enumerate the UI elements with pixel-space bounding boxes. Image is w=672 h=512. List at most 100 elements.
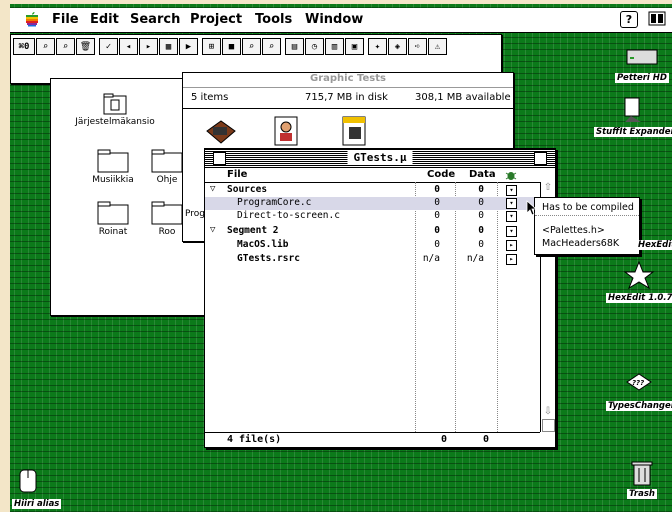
toolbar-cmd0-button[interactable]: ⌘0 (13, 38, 35, 55)
menu-file[interactable]: File (52, 12, 79, 27)
warning-icon[interactable]: ⚠ (428, 38, 447, 55)
make-icon[interactable]: ▸ (139, 38, 158, 55)
available-space: 308,1 MB available (415, 92, 511, 103)
browse-icon[interactable]: ✦ (368, 38, 387, 55)
partial-file-label: Prog (185, 209, 205, 219)
desktop-icon-label: HexEdit 1.0.7 (606, 293, 672, 303)
check-icon[interactable]: ✓ (99, 38, 118, 55)
header-popup-icon[interactable]: ▸ (506, 240, 517, 251)
group-row-segment-2[interactable]: ▽ Segment 2 0 0 ▾ (205, 225, 540, 238)
file-row-gtests-rsrc[interactable]: GTests.rsrc n/a n/a ▸ (205, 253, 540, 266)
desktop-hard-disk[interactable]: Petteri HD (612, 42, 672, 83)
row-code: 0 (434, 239, 440, 250)
header-popup-icon[interactable]: ▾ (506, 226, 517, 237)
trash-icon[interactable]: 🗑 (76, 38, 95, 55)
popup-item-macheaders[interactable]: MacHeaders68K (542, 238, 619, 249)
grow-box-icon[interactable] (542, 419, 555, 432)
header-popup-icon[interactable]: ▸ (506, 254, 517, 265)
stopwatch-icon[interactable]: ◷ (305, 38, 324, 55)
typeschanger-icon: ??? (626, 373, 652, 391)
scroll-up-arrow-icon[interactable]: ⇧ (542, 182, 554, 194)
row-code: 0 (434, 184, 440, 195)
column-data[interactable]: Data (469, 169, 496, 180)
column-code[interactable]: Code (427, 169, 455, 180)
forward-icon[interactable]: ➪ (408, 38, 427, 55)
header-popup-icon[interactable]: ▾ (506, 185, 517, 196)
help-icon[interactable]: ? (620, 11, 638, 28)
folder-music[interactable]: Musiikkia (73, 149, 153, 185)
desktop-icon-label: Hiiri alias (12, 499, 62, 509)
search-file-icon[interactable]: ⌕ (242, 38, 261, 55)
file-row-direct-to-screen[interactable]: Direct-to-screen.c 0 0 ▾ (205, 210, 540, 223)
window-frame-top (0, 0, 672, 4)
menu-project[interactable]: Project (190, 12, 242, 27)
menu-edit[interactable]: Edit (90, 12, 119, 27)
back-icon[interactable]: ◈ (388, 38, 407, 55)
row-code: 0 (434, 225, 440, 236)
folder-system[interactable]: Järjestelmäkansio (75, 93, 155, 127)
row-data: 0 (478, 225, 484, 236)
browse-icon[interactable]: ⌕ (262, 38, 281, 55)
popup-item-palettes-h[interactable]: <Palettes.h> (542, 225, 605, 236)
stuffit-icon (624, 97, 641, 122)
close-box-icon[interactable] (213, 152, 226, 165)
scroll-down-arrow-icon[interactable]: ⇩ (542, 406, 554, 418)
print-icon[interactable]: ▣ (345, 38, 364, 55)
column-file[interactable]: File (227, 169, 247, 180)
compare-icon[interactable]: ▥ (325, 38, 344, 55)
menu-search[interactable]: Search (130, 12, 180, 27)
resource-file-icon[interactable] (341, 115, 369, 147)
folder-icon (151, 201, 183, 225)
file-row-macos-lib[interactable]: MacOS.lib 0 0 ▸ (205, 239, 540, 252)
desktop-icon-label: Trash (627, 489, 657, 499)
find-icon[interactable]: ⌕ (36, 38, 55, 55)
desktop-icon-label: Petteri HD (615, 73, 669, 83)
desktop-stuffit[interactable]: StuffIt Expander (594, 94, 672, 137)
source-file-icon[interactable] (273, 115, 301, 147)
group-row-sources[interactable]: ▽ Sources 0 0 ▾ (205, 184, 540, 197)
menu-window[interactable]: Window (305, 12, 363, 27)
compile-icon[interactable]: ◂ (119, 38, 138, 55)
desktop-typeschanger[interactable]: ??? TypesChanger (606, 372, 672, 411)
disclosure-triangle-icon[interactable]: ▽ (210, 184, 215, 194)
folder-help[interactable]: Ohje (147, 149, 187, 185)
header-popup-menu[interactable]: Has to be compiled <Palettes.h> MacHeade… (534, 197, 640, 255)
window-frame-left (0, 0, 10, 512)
row-name: Sources (227, 184, 268, 195)
file-row-programcore[interactable]: ProgramCore.c 0 0 ▾ (205, 197, 540, 210)
list-icon[interactable]: ▤ (285, 38, 304, 55)
apple-menu-icon[interactable] (24, 11, 40, 27)
desktop-hexedit[interactable]: HexEdit 1.0.7 (606, 260, 672, 303)
row-name: Direct-to-screen.c (237, 210, 340, 221)
project-file-icon[interactable] (203, 117, 239, 149)
debug-bug-icon[interactable] (505, 169, 517, 181)
project-title-bar[interactable]: GTests.µ (205, 149, 555, 168)
row-code: n/a (422, 253, 440, 264)
finder-info-bar: 5 items 715,7 MB in disk 308,1 MB availa… (183, 88, 513, 109)
folder-stuff[interactable]: Roinat (73, 201, 153, 237)
zoom-box-icon[interactable] (534, 152, 547, 165)
header-popup-icon[interactable]: ▾ (506, 211, 517, 222)
header-popup-icon[interactable]: ▾ (506, 198, 517, 209)
desktop-icon-label: TypesChanger (606, 401, 672, 411)
disclosure-triangle-icon[interactable]: ▽ (210, 225, 215, 235)
run-icon[interactable]: ▶ (179, 38, 198, 55)
application-menu-icon[interactable] (648, 11, 666, 27)
menu-tools[interactable]: Tools (255, 12, 292, 27)
search-file-icon[interactable]: ■ (222, 38, 241, 55)
disassemble-icon[interactable]: ▦ (159, 38, 178, 55)
row-data: n/a (466, 253, 484, 264)
folder-icon (97, 201, 129, 225)
row-name: GTests.rsrc (237, 253, 300, 264)
debug-icon[interactable]: ⊞ (202, 38, 221, 55)
folder-icon (97, 149, 129, 173)
popup-item-has-to-be-compiled[interactable]: Has to be compiled (542, 202, 634, 213)
desktop-trash[interactable]: Trash (622, 460, 662, 499)
desktop-mouse-alias[interactable]: Hiiri alias (12, 466, 64, 509)
find-icon[interactable]: ⌕ (56, 38, 75, 55)
project-window[interactable]: GTests.µ File Code Data ▽ Sources 0 0 ▾ … (204, 148, 556, 448)
folder-label: Musiikkia (92, 175, 134, 185)
desktop-hexedit-alias[interactable]: HexEdit (636, 230, 672, 250)
row-data: 0 (478, 184, 484, 195)
folder-partial[interactable]: Roo (147, 201, 187, 237)
